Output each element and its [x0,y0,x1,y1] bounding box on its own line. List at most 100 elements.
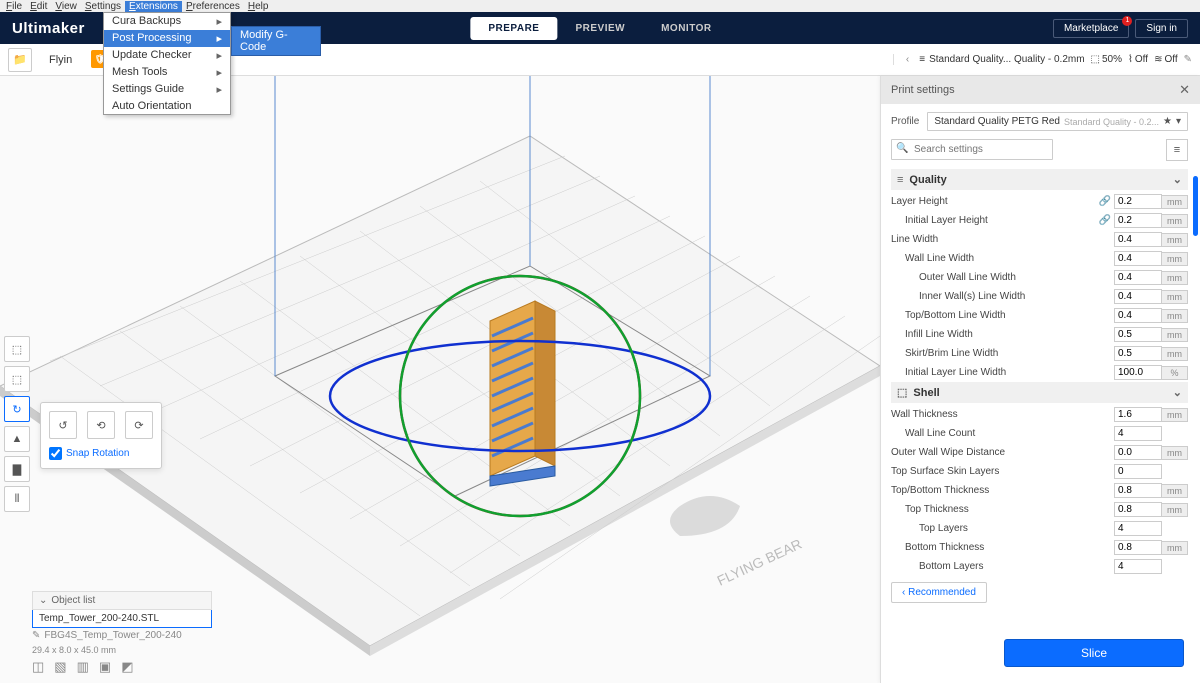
adhesion-summary[interactable]: ≋ Off [1154,54,1178,65]
tab-monitor[interactable]: MONITOR [643,17,730,40]
chevron-left-icon[interactable]: ‹ [902,54,913,65]
tool-scale[interactable]: ⬚ [4,366,30,392]
menu-item-settings-guide[interactable]: Settings Guide▸ [104,81,230,98]
star-icon[interactable]: ★ [1163,116,1172,127]
menu-view[interactable]: View [51,1,81,12]
menu-item-auto-orientation[interactable]: Auto Orientation [104,98,230,114]
toolbar-right: ‹ ≡ Standard Quality... Quality - 0.2mm … [893,54,1192,65]
setting-input[interactable] [1114,502,1162,517]
setting-top-bottom-line-width: Top/Bottom Line Widthmm [891,306,1188,325]
object-list-item[interactable]: Temp_Tower_200-240.STL [32,610,212,628]
tool-mirror[interactable]: ▲ [4,426,30,452]
close-icon[interactable]: ✕ [1179,82,1190,98]
model-object [490,301,555,486]
menu-extensions[interactable]: Extensions [125,1,182,12]
open-file-button[interactable]: 📁 [8,48,32,72]
setting-input[interactable] [1114,308,1162,323]
setting-initial-layer-height: Initial Layer Height🔗mm [891,211,1188,230]
setting-input[interactable] [1114,464,1162,479]
print-settings-panel: Print settings ✕ Profile Standard Qualit… [880,76,1200,683]
signin-button[interactable]: Sign in [1135,19,1188,38]
rotate-preset-2[interactable]: ⟳ [125,411,153,439]
edit-icon[interactable]: ✎ [1184,54,1192,65]
setting-input[interactable] [1114,426,1162,441]
setting-input[interactable] [1114,559,1162,574]
profile-row: Profile Standard Quality PETG Red Standa… [891,112,1188,131]
setting-input[interactable] [1114,213,1162,228]
search-input[interactable] [891,139,1053,160]
section-shell[interactable]: ⬚Shell⌄ [891,382,1188,403]
menu-settings[interactable]: Settings [81,1,125,12]
menu-item-mesh-tools[interactable]: Mesh Tools▸ [104,64,230,81]
extensions-submenu[interactable]: Modify G-Code [231,26,321,56]
menu-item-cura-backups[interactable]: Cura Backups▸ [104,13,230,30]
view-layers-icon[interactable]: ▥ [77,659,89,675]
tool-support[interactable]: ⦀ [4,486,30,512]
recommended-button[interactable]: Recommended [891,582,987,603]
menu-item-update-checker[interactable]: Update Checker▸ [104,47,230,64]
tool-rotate[interactable]: ↻ [4,396,30,422]
view-solid-icon[interactable]: ◫ [32,659,44,675]
setting-input[interactable] [1114,483,1162,498]
submenu-item-modify-g-code[interactable]: Modify G-Code [232,27,320,55]
view-iso-icon[interactable]: ◩ [121,659,133,675]
hamburger-icon[interactable]: ≡ [1166,139,1188,161]
slice-button[interactable]: Slice [1004,639,1184,667]
view-front-icon[interactable]: ▣ [99,659,111,675]
setting-input[interactable] [1114,346,1162,361]
marketplace-button[interactable]: Marketplace 1 [1053,19,1129,38]
menu-preferences[interactable]: Preferences [182,1,244,12]
setting-input[interactable] [1114,540,1162,555]
object-list-item[interactable]: ✎ FBG4S_Temp_Tower_200-240 [32,630,212,641]
object-list-header[interactable]: ⌄Object list [32,591,212,610]
tool-move[interactable]: ⬚ [4,336,30,362]
chevron-down-icon[interactable]: ▾ [1176,116,1181,127]
infill-summary[interactable]: ⬚ 50% [1091,54,1122,65]
setting-top-thickness: Top Thicknessmm [891,500,1188,519]
setting-top-bottom-thickness: Top/Bottom Thicknessmm [891,481,1188,500]
setting-input[interactable] [1114,327,1162,342]
menu-file[interactable]: File [2,1,26,12]
setting-input[interactable] [1114,365,1162,380]
setting-input[interactable] [1114,194,1162,209]
link-icon[interactable]: 🔗 [1099,196,1111,207]
tab-prepare[interactable]: PREPARE [470,17,557,40]
support-summary[interactable]: ⌇ Off [1128,54,1148,65]
plate-logo-text: FLYING BEAR [715,536,805,589]
tool-mesh[interactable]: ▇ [4,456,30,482]
stage-tabs[interactable]: PREPAREPREVIEWMONITOR [470,17,729,40]
menu-help[interactable]: Help [244,1,273,12]
rotate-preset-1[interactable]: ⟲ [87,411,115,439]
setting-input[interactable] [1114,521,1162,536]
setting-input[interactable] [1114,445,1162,460]
settings-content: Profile Standard Quality PETG Red Standa… [881,104,1200,683]
brand: Ultimaker [12,20,85,37]
setting-wall-thickness: Wall Thicknessmm [891,405,1188,424]
rotate-panel: ↺ ⟲ ⟳ Snap Rotation [40,402,162,469]
view-xray-icon[interactable]: ▧ [54,659,66,675]
section-quality[interactable]: ≡Quality⌄ [891,169,1188,190]
setting-line-width: Line Widthmm [891,230,1188,249]
rotate-preset-0[interactable]: ↺ [49,411,77,439]
setting-input[interactable] [1114,270,1162,285]
setting-input[interactable] [1114,289,1162,304]
link-icon[interactable]: 🔗 [1099,215,1111,226]
menu-edit[interactable]: Edit [26,1,51,12]
setting-skirt-brim-line-width: Skirt/Brim Line Widthmm [891,344,1188,363]
setting-input[interactable] [1114,232,1162,247]
setting-wall-line-count: Wall Line Countmm [891,424,1188,443]
setting-input[interactable] [1114,407,1162,422]
menu-item-post-processing[interactable]: Post Processing▸ [104,30,230,47]
object-list: ⌄Object list Temp_Tower_200-240.STL ✎ FB… [32,591,212,655]
os-menubar[interactable]: FileEditViewSettingsExtensionsPreference… [0,0,1200,12]
rotate-preset-icons: ↺ ⟲ ⟳ [49,411,153,439]
marketplace-badge: 1 [1122,16,1132,26]
extensions-menu[interactable]: Cura Backups▸Post Processing▸Update Chec… [103,12,231,115]
setting-top-layers: Top Layersmm [891,519,1188,538]
profile-selector[interactable]: Standard Quality PETG Red Standard Quali… [927,112,1188,131]
scrollbar-thumb[interactable] [1193,176,1198,236]
snap-rotation-checkbox[interactable]: Snap Rotation [49,447,153,460]
tab-preview[interactable]: PREVIEW [557,17,643,40]
setting-input[interactable] [1114,251,1162,266]
quality-summary[interactable]: ≡ Standard Quality... Quality - 0.2mm [919,54,1084,65]
